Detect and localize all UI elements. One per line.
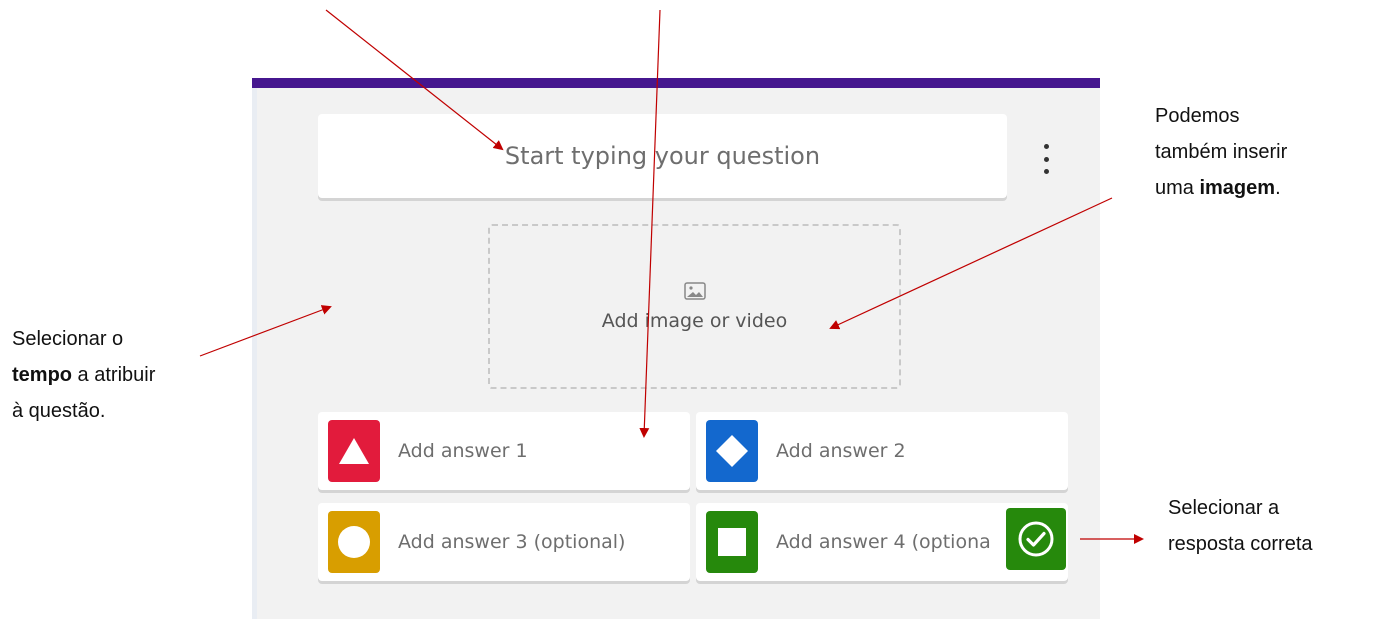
add-media-dropzone[interactable]: Add image or video: [488, 224, 901, 389]
square-icon: [706, 511, 758, 573]
image-icon: [683, 281, 706, 300]
question-placeholder: Start typing your question: [504, 142, 821, 170]
correct-answer-toggle[interactable]: [1006, 508, 1066, 570]
time-note: Selecionar o tempo a atribuir à questão.: [12, 328, 156, 422]
answer-2-label: Add answer 2: [776, 440, 906, 462]
add-media-label: Add image or video: [601, 309, 788, 332]
answer-option-2[interactable]: Add answer 2: [696, 412, 1068, 490]
more-options-icon[interactable]: [1040, 144, 1052, 174]
panel-border: [252, 88, 257, 619]
question-input[interactable]: Start typing your question: [318, 114, 1007, 198]
answer-option-3[interactable]: Add answer 3 (optional): [318, 503, 690, 581]
circle-icon: [328, 511, 380, 573]
answer-4-label: Add answer 4 (optiona: [776, 531, 991, 553]
answer-1-label: Add answer 1: [398, 440, 528, 462]
accent-bar: [252, 78, 1100, 88]
answer-option-1[interactable]: Add answer 1: [318, 412, 690, 490]
answer-3-label: Add answer 3 (optional): [398, 531, 626, 553]
check-circle-icon: [1018, 521, 1054, 557]
diamond-icon: [706, 420, 758, 482]
answer-note: Selecionar a resposta correta: [1168, 497, 1313, 555]
triangle-icon: [328, 420, 380, 482]
image-note: Podemos também inserir uma imagem.: [1155, 105, 1288, 199]
